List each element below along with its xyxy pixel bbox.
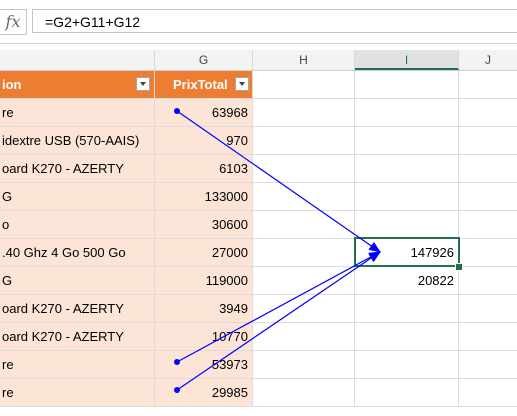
trace-precedents-arrow [174,108,382,393]
trace-arrow-line [176,251,381,391]
trace-arrow-line [176,110,381,253]
trace-arrow-line [176,251,382,363]
